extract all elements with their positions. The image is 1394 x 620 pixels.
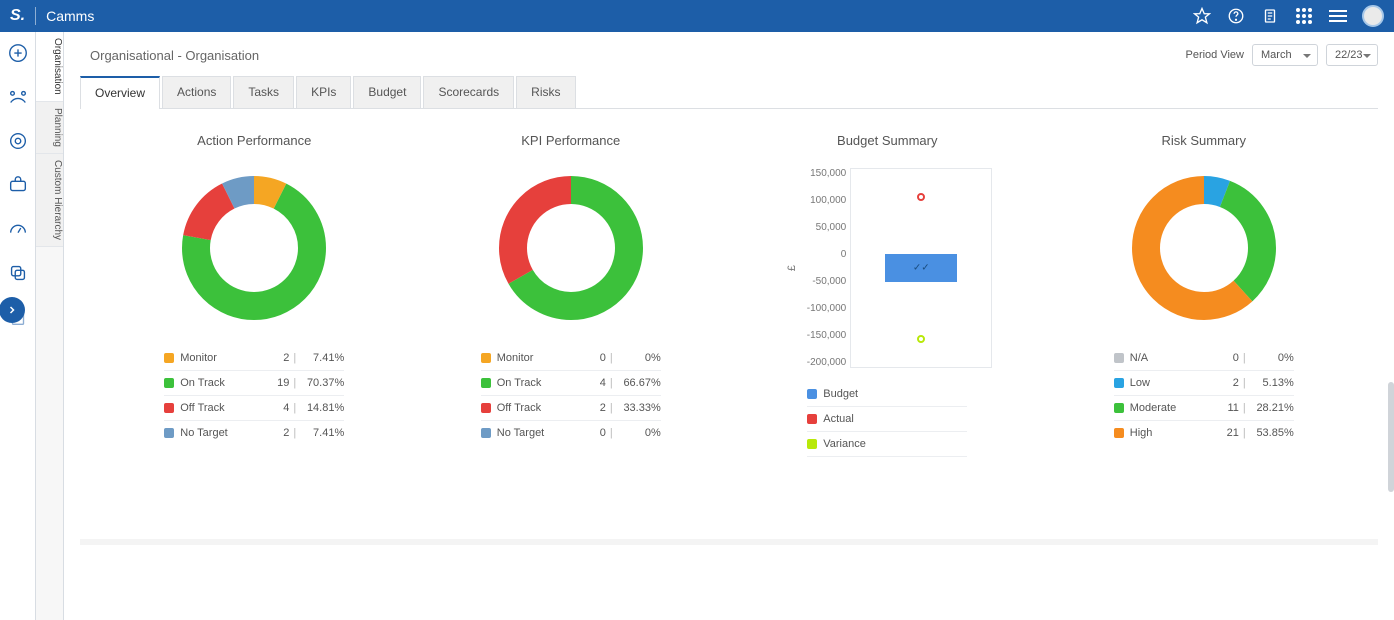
divider — [35, 7, 36, 25]
app-logo: S. — [10, 7, 25, 25]
kpi-performance-donut — [491, 168, 651, 328]
tab-risks[interactable]: Risks — [516, 76, 575, 108]
legend-item: Monitor2|7.41% — [164, 346, 344, 371]
legend-item: Low2|5.13% — [1114, 371, 1294, 396]
budget-y-axis: 150,000 100,000 50,000 0 -50,000 -100,000 -150… — [798, 168, 850, 368]
y-tick: 50,000 — [816, 222, 847, 233]
card-title: Budget Summary — [729, 133, 1046, 148]
budget-chart: £ 150,000 100,000 50,000 0 -50,000 -100,000 -1… — [782, 168, 992, 368]
scrollbar[interactable] — [1388, 382, 1394, 492]
card-title: KPI Performance — [413, 133, 730, 148]
legend-item: No Target2|7.41% — [164, 421, 344, 445]
strategy-icon[interactable] — [7, 86, 29, 108]
apps-icon[interactable] — [1294, 6, 1314, 26]
vertical-tab-custom-hierarchy[interactable]: Custom Hierarchy — [36, 154, 63, 247]
y-tick: 100,000 — [810, 195, 846, 206]
y-tick: 150,000 — [810, 168, 846, 179]
card-risk-summary: Risk Summary N/A0|0%Low2|5.13%Moderate11… — [1046, 133, 1363, 515]
legend-item: Actual — [807, 407, 967, 432]
breadcrumb: Organisational - Organisation — [90, 48, 259, 63]
vertical-tab-organisation[interactable]: Organisation — [36, 32, 63, 102]
tab-budget[interactable]: Budget — [353, 76, 421, 108]
action-performance-legend: Monitor2|7.41%On Track19|70.37%Off Track… — [164, 346, 344, 445]
menu-icon[interactable] — [1328, 6, 1348, 26]
app-title: Camms — [46, 8, 94, 24]
legend-item: Moderate11|28.21% — [1114, 396, 1294, 421]
y-tick: 0 — [841, 249, 847, 260]
content-tabs: OverviewActionsTasksKPIsBudgetScorecards… — [80, 76, 1378, 109]
legend-item: Off Track2|33.33% — [481, 396, 661, 421]
overview-panel: Action Performance Monitor2|7.41%On Trac… — [80, 109, 1378, 539]
add-icon[interactable] — [7, 42, 29, 64]
y-tick: -100,000 — [807, 303, 846, 314]
legend-item: On Track4|66.67% — [481, 371, 661, 396]
budget-legend: BudgetActualVariance — [807, 382, 967, 457]
risk-summary-donut — [1124, 168, 1284, 328]
kpi-performance-legend: Monitor0|0%On Track4|66.67%Off Track2|33… — [481, 346, 661, 445]
legend-item: Off Track4|14.81% — [164, 396, 344, 421]
variance-point — [917, 335, 925, 343]
tab-scorecards[interactable]: Scorecards — [423, 76, 514, 108]
vertical-tab-planning[interactable]: Planning — [36, 102, 63, 154]
y-tick: -200,000 — [807, 357, 846, 368]
legend-item: High21|53.85% — [1114, 421, 1294, 445]
budget-bar: ✓✓ — [885, 254, 957, 282]
action-performance-donut — [174, 168, 334, 328]
card-budget-summary: Budget Summary £ 150,000 100,000 50,000 0 -5… — [729, 133, 1046, 515]
period-year-select[interactable]: 22/23 — [1326, 44, 1378, 66]
y-tick: -150,000 — [807, 330, 846, 341]
card-title: Action Performance — [96, 133, 413, 148]
tab-actions[interactable]: Actions — [162, 76, 231, 108]
vertical-tabs: OrganisationPlanningCustom Hierarchy — [36, 32, 64, 620]
star-icon[interactable] — [1192, 6, 1212, 26]
tab-overview[interactable]: Overview — [80, 76, 160, 108]
period-month-select[interactable]: March — [1252, 44, 1318, 66]
tab-tasks[interactable]: Tasks — [233, 76, 294, 108]
legend-item: N/A0|0% — [1114, 346, 1294, 371]
budget-plot: ✓✓ — [850, 168, 992, 368]
org-icon[interactable] — [7, 130, 29, 152]
period-view-label: Period View — [1186, 49, 1245, 61]
legend-item: Monitor0|0% — [481, 346, 661, 371]
legend-item: On Track19|70.37% — [164, 371, 344, 396]
card-title: Risk Summary — [1046, 133, 1363, 148]
layers-icon[interactable] — [7, 262, 29, 284]
user-avatar[interactable] — [1362, 5, 1384, 27]
gauge-icon[interactable] — [7, 218, 29, 240]
budget-y-axis-label: £ — [782, 265, 798, 271]
legend-item: No Target0|0% — [481, 421, 661, 445]
tab-kpis[interactable]: KPIs — [296, 76, 351, 108]
clipboard-icon[interactable] — [1260, 6, 1280, 26]
legend-item: Budget — [807, 382, 967, 407]
y-tick: -50,000 — [812, 276, 846, 287]
expand-rail-button[interactable] — [0, 297, 25, 323]
briefcase-icon[interactable] — [7, 174, 29, 196]
main-content: Organisational - Organisation Period Vie… — [64, 32, 1394, 620]
risk-summary-legend: N/A0|0%Low2|5.13%Moderate11|28.21%High21… — [1114, 346, 1294, 445]
top-bar: S. Camms — [0, 0, 1394, 32]
card-kpi-performance: KPI Performance Monitor0|0%On Track4|66.… — [413, 133, 730, 515]
card-action-performance: Action Performance Monitor2|7.41%On Trac… — [96, 133, 413, 515]
legend-item: Variance — [807, 432, 967, 457]
help-icon[interactable] — [1226, 6, 1246, 26]
period-controls: Period View March 22/23 — [1186, 44, 1379, 66]
left-rail — [0, 32, 36, 620]
actual-point — [917, 193, 925, 201]
